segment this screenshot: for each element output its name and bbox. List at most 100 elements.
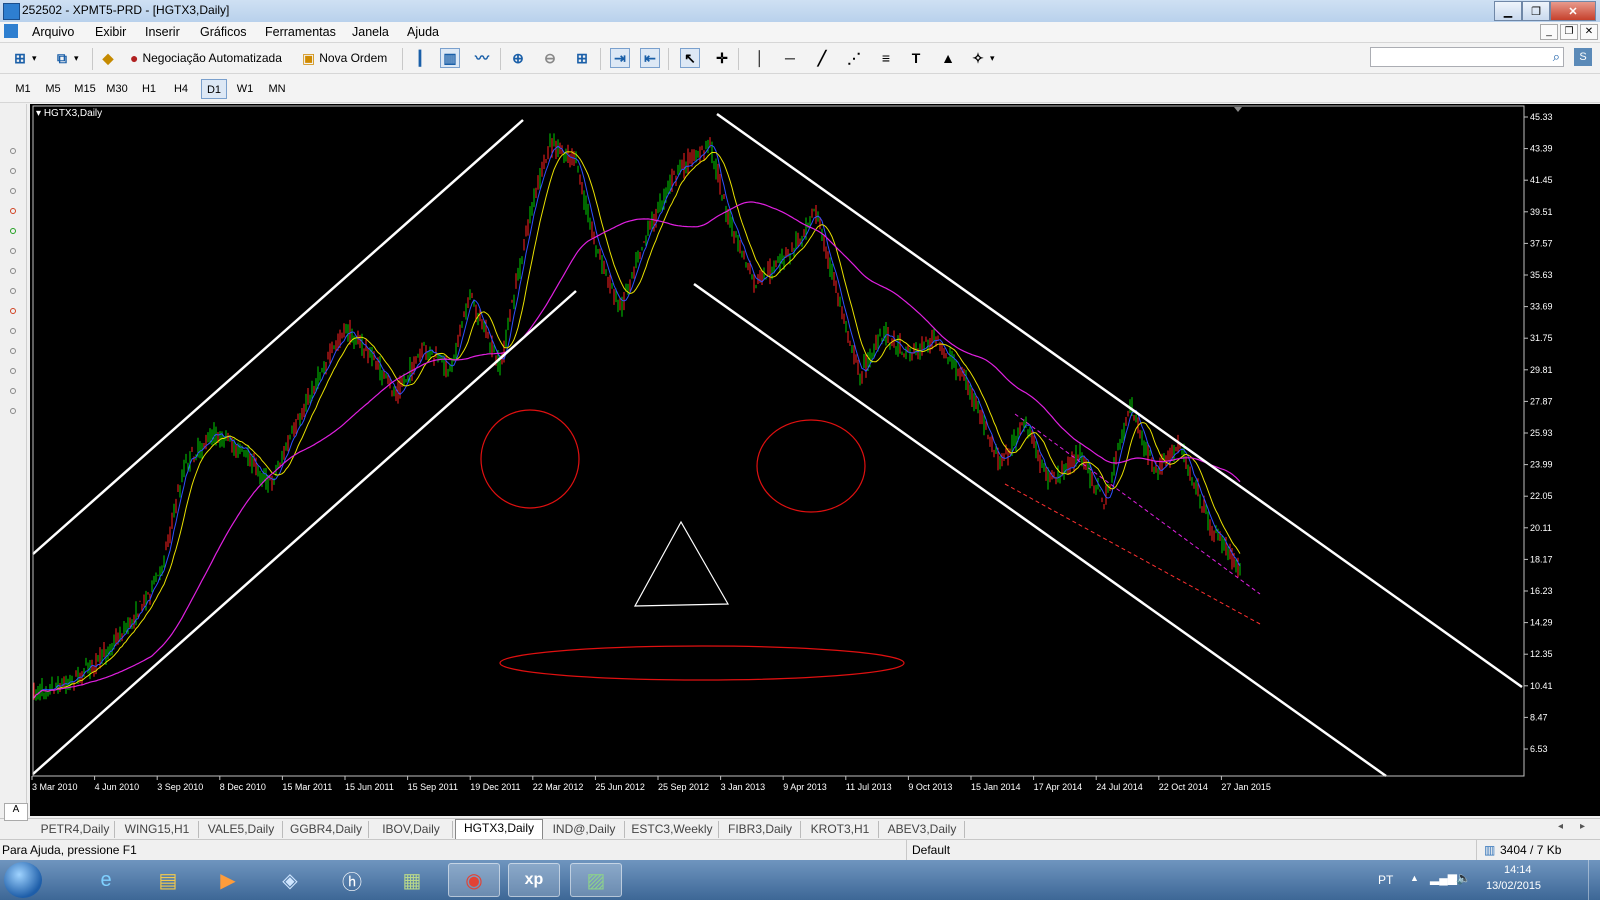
tab-scroll-left-icon[interactable]: ◂ [1558, 821, 1563, 832]
channel-icon[interactable]: ⋰ [844, 48, 864, 68]
object-marker-icon[interactable] [10, 308, 16, 314]
text-icon[interactable]: T [906, 48, 926, 68]
remote-desktop-icon[interactable]: ◈ [264, 863, 316, 897]
timeframe-m5[interactable]: M5 [40, 79, 66, 99]
internet-explorer-icon[interactable]: e [80, 863, 132, 897]
object-marker-icon[interactable] [10, 228, 16, 234]
timeframe-mn[interactable]: MN [264, 79, 290, 99]
mdi-restore-button[interactable]: ❐ [1560, 24, 1578, 40]
tab-fibr3[interactable]: FIBR3,Daily [720, 821, 801, 838]
object-marker-icon[interactable] [10, 368, 16, 374]
trendline-icon[interactable]: ╱ [812, 48, 832, 68]
object-marker-icon[interactable] [10, 268, 16, 274]
new-chart-icon[interactable]: ⊞ [10, 48, 30, 68]
object-marker-icon[interactable] [10, 288, 16, 294]
object-marker-icon[interactable] [10, 348, 16, 354]
tab-estc3[interactable]: ESTC3,Weekly [626, 821, 719, 838]
chrome-icon[interactable]: ◉ [448, 863, 500, 897]
tab-scroll-right-icon[interactable]: ▸ [1580, 821, 1585, 832]
zoom-out-icon[interactable]: ⊖ [540, 48, 560, 68]
shapes-dropdown-icon[interactable]: ▾ [990, 48, 995, 68]
timeframe-w1[interactable]: W1 [232, 79, 258, 99]
object-marker-icon[interactable] [10, 388, 16, 394]
autoscroll-tab-icon[interactable]: A [4, 803, 28, 821]
search-input[interactable]: ⌕ [1370, 47, 1564, 67]
bar-chart-icon[interactable]: ┃ [410, 48, 430, 68]
arrow-icon[interactable]: ▲ [938, 48, 958, 68]
object-marker-icon[interactable] [10, 408, 16, 414]
cursor-icon[interactable]: ↖ [680, 48, 700, 68]
fibonacci-icon[interactable]: ≡ [876, 48, 896, 68]
chart-window-icon[interactable] [4, 24, 18, 38]
timeframe-h1[interactable]: H1 [136, 79, 162, 99]
crosshair-icon[interactable]: ✛ [712, 48, 732, 68]
chart-shift-icon[interactable]: ⇤ [640, 48, 660, 68]
line-chart-icon[interactable]: 〰 [472, 48, 492, 68]
close-button[interactable]: ✕ [1550, 1, 1596, 21]
menu-exibir[interactable]: Exibir [95, 25, 126, 39]
file-explorer-icon[interactable]: ▤ [142, 863, 194, 897]
archive-icon[interactable]: ▦ [386, 863, 438, 897]
object-marker-icon[interactable] [10, 188, 16, 194]
new-chart-dropdown-icon[interactable]: ▾ [32, 48, 37, 68]
menu-inserir[interactable]: Inserir [145, 25, 180, 39]
object-marker-icon[interactable] [10, 208, 16, 214]
timeframe-m1[interactable]: M1 [10, 79, 36, 99]
price-chart[interactable]: 45.33 43.39 41.45 39.51 37.57 35.63 33.69 31.75… [30, 104, 1600, 816]
media-player-icon[interactable]: ▶ [202, 863, 254, 897]
search-icon[interactable]: ⌕ [1553, 49, 1560, 65]
minimize-button[interactable]: ▁ [1494, 1, 1522, 21]
zoom-in-icon[interactable]: ⊕ [508, 48, 528, 68]
hp-icon[interactable]: ⓗ [326, 863, 378, 897]
tab-hgtx3[interactable]: HGTX3,Daily [455, 819, 543, 839]
network-icon[interactable]: ▂▄▆ [1430, 871, 1457, 885]
timeframe-m15[interactable]: M15 [72, 79, 98, 99]
xp-app-icon[interactable]: xp [508, 863, 560, 897]
volume-icon[interactable]: 🔈 [1456, 871, 1471, 885]
mdi-close-button[interactable]: ✕ [1580, 24, 1598, 40]
chart-window[interactable]: 45.33 43.39 41.45 39.51 37.57 35.63 33.69 31.75… [30, 104, 1600, 816]
vertical-line-icon[interactable]: │ [750, 48, 770, 68]
menu-arquivo[interactable]: Arquivo [32, 25, 74, 39]
object-marker-icon[interactable] [10, 248, 16, 254]
menu-janela[interactable]: Janela [352, 25, 389, 39]
timeframe-d1[interactable]: D1 [201, 79, 227, 99]
market-watch-icon[interactable]: ◆ [98, 48, 118, 68]
shapes-icon[interactable]: ✧ [968, 48, 988, 68]
language-indicator[interactable]: PT [1378, 873, 1393, 887]
timeframe-h4[interactable]: H4 [168, 79, 194, 99]
clock-time[interactable]: 14:14 [1504, 864, 1532, 876]
clock-date[interactable]: 13/02/2015 [1486, 880, 1541, 892]
tab-wing15[interactable]: WING15,H1 [116, 821, 199, 838]
horizontal-line-icon[interactable]: ─ [780, 48, 800, 68]
tray-expand-icon[interactable]: ▲ [1410, 873, 1419, 883]
tab-ggbr4[interactable]: GGBR4,Daily [284, 821, 369, 838]
tab-ind[interactable]: IND@,Daily [544, 821, 625, 838]
community-icon[interactable]: S [1574, 48, 1592, 66]
profiles-icon[interactable]: ⧉ [52, 48, 72, 68]
timeframe-m30[interactable]: M30 [104, 79, 130, 99]
menu-ajuda[interactable]: Ajuda [407, 25, 439, 39]
show-desktop-button[interactable] [1588, 860, 1600, 900]
candlestick-icon[interactable]: ▥ [440, 48, 460, 68]
autoscroll-icon[interactable]: ⇥ [610, 48, 630, 68]
maximize-button[interactable]: ❐ [1522, 1, 1550, 21]
object-marker-icon[interactable] [10, 148, 16, 154]
menu-ferramentas[interactable]: Ferramentas [265, 25, 336, 39]
tab-petr4[interactable]: PETR4,Daily [36, 821, 115, 838]
object-marker-icon[interactable] [10, 168, 16, 174]
tab-abev3[interactable]: ABEV3,Daily [880, 821, 965, 838]
menu-graficos[interactable]: Gráficos [200, 25, 247, 39]
profiles-dropdown-icon[interactable]: ▾ [74, 48, 79, 68]
start-button[interactable] [4, 862, 42, 898]
mdi-minimize-button[interactable]: _ [1540, 24, 1558, 40]
object-marker-icon[interactable] [10, 328, 16, 334]
tab-vale5[interactable]: VALE5,Daily [200, 821, 283, 838]
new-order-button[interactable]: ▣ Nova Ordem [302, 48, 387, 68]
auto-trading-button[interactable]: ● Negociação Automatizada [130, 48, 282, 68]
tab-ibov[interactable]: IBOV,Daily [370, 821, 453, 838]
metatrader-icon[interactable]: ▨ [570, 863, 622, 897]
tile-windows-icon[interactable]: ⊞ [572, 48, 592, 68]
tab-krot3[interactable]: KROT3,H1 [802, 821, 879, 838]
chart-header-arrow-icon[interactable]: ▾ [36, 108, 41, 119]
